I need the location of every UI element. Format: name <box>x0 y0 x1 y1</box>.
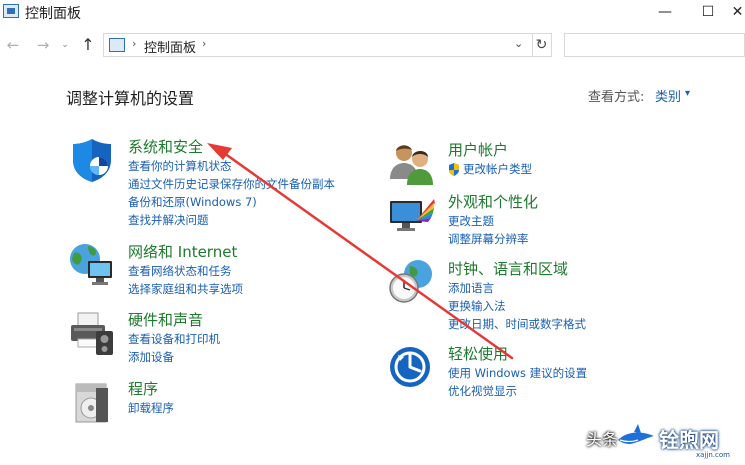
link-uninstall-program[interactable]: 卸载程序 <box>128 399 174 417</box>
forward-button[interactable]: → <box>33 35 53 55</box>
breadcrumb-control-panel[interactable]: 控制面板 <box>144 37 196 56</box>
category-title-appearance[interactable]: 外观和个性化 <box>448 191 538 212</box>
address-field[interactable]: › 控制面板 › ⌄ <box>103 33 533 57</box>
users-icon[interactable] <box>388 139 436 187</box>
category-links: 查看你的计算机状态 通过文件历史记录保存你的文件备份副本 备份和还原(Windo… <box>128 157 335 229</box>
link-backup-restore[interactable]: 备份和还原(Windows 7) <box>128 193 335 211</box>
recent-locations-button[interactable]: ⌄ <box>58 35 72 55</box>
page-title: 调整计算机的设置 <box>66 89 195 108</box>
refresh-button[interactable]: ↻ <box>532 33 552 57</box>
search-input[interactable] <box>564 33 745 57</box>
window-title: 控制面板 <box>25 6 81 22</box>
view-by-label: 查看方式: <box>588 90 645 105</box>
shield-icon[interactable] <box>68 136 116 184</box>
uac-shield-icon <box>449 162 459 176</box>
link-homegroup[interactable]: 选择家庭组和共享选项 <box>128 280 243 298</box>
category-links: 更改主题 调整屏幕分辨率 <box>448 212 529 248</box>
link-devices-printers[interactable]: 查看设备和打印机 <box>128 330 220 348</box>
category-links: 查看网络状态和任务 选择家庭组和共享选项 <box>128 262 243 298</box>
breadcrumb-separator[interactable]: › <box>202 37 206 50</box>
link-add-language[interactable]: 添加语言 <box>448 279 586 297</box>
link-file-history[interactable]: 通过文件历史记录保存你的文件备份副本 <box>128 175 335 193</box>
link-troubleshoot[interactable]: 查找并解决问题 <box>128 211 335 229</box>
category-title-ease-of-access[interactable]: 轻松使用 <box>448 343 508 364</box>
category-title-programs[interactable]: 程序 <box>128 378 158 399</box>
chevron-down-icon[interactable]: ⌄ <box>514 37 523 50</box>
category-title-hardware-sound[interactable]: 硬件和声音 <box>128 309 203 330</box>
category-title-network-internet[interactable]: 网络和 Internet <box>128 241 237 262</box>
category-links: 添加语言 更换输入法 更改日期、时间或数字格式 <box>448 279 586 333</box>
link-change-input-method[interactable]: 更换输入法 <box>448 297 586 315</box>
control-panel-icon <box>3 4 19 18</box>
programs-box-icon[interactable] <box>68 378 116 426</box>
back-button[interactable]: ← <box>3 35 23 55</box>
category-title-system-security[interactable]: 系统和安全 <box>128 136 203 157</box>
minimize-button[interactable]: — <box>645 0 685 24</box>
watermark-url: xajjn.com <box>696 451 730 459</box>
ease-of-access-icon[interactable] <box>388 343 436 391</box>
link-change-account-type[interactable]: 更改帐户类型 <box>463 160 532 178</box>
category-links: 更改帐户类型 <box>448 160 532 178</box>
close-button[interactable]: ✕ <box>730 0 745 24</box>
address-bar: ← → ⌄ ↑ › 控制面板 › ⌄ ↻ <box>0 30 745 60</box>
maximize-button[interactable]: ☐ <box>688 0 728 24</box>
link-change-theme[interactable]: 更改主题 <box>448 212 529 230</box>
link-row-change-account-type: 更改帐户类型 <box>448 160 532 178</box>
view-by-dropdown[interactable]: 类别 <box>655 86 681 105</box>
link-recommended-settings[interactable]: 使用 Windows 建议的设置 <box>448 364 587 382</box>
link-view-computer-status[interactable]: 查看你的计算机状态 <box>128 157 335 175</box>
network-globe-icon[interactable] <box>68 241 116 289</box>
link-screen-resolution[interactable]: 调整屏幕分辨率 <box>448 230 529 248</box>
control-panel-icon <box>109 38 125 52</box>
link-change-date-time-format[interactable]: 更改日期、时间或数字格式 <box>448 315 586 333</box>
watermark: 头条 铨煦网 xajjn.com <box>586 418 745 465</box>
link-optimize-visual-display[interactable]: 优化视觉显示 <box>448 382 587 400</box>
display-palette-icon[interactable] <box>388 191 436 239</box>
category-links: 卸载程序 <box>128 399 174 417</box>
category-title-clock-language[interactable]: 时钟、语言和区域 <box>448 258 568 279</box>
chevron-down-icon[interactable]: ▾ <box>685 86 690 102</box>
link-add-device[interactable]: 添加设备 <box>128 348 220 366</box>
up-button[interactable]: ↑ <box>78 35 98 55</box>
category-links: 查看设备和打印机 添加设备 <box>128 330 220 366</box>
breadcrumb-separator[interactable]: › <box>132 37 136 50</box>
category-title-user-accounts[interactable]: 用户帐户 <box>448 139 508 160</box>
title-bar: 控制面板 — ☐ ✕ <box>0 0 745 26</box>
clock-globe-icon[interactable] <box>388 258 436 306</box>
watermark-site: 铨煦网 <box>659 428 719 452</box>
shark-logo-icon <box>618 424 654 444</box>
printer-icon[interactable] <box>68 309 116 357</box>
link-network-status[interactable]: 查看网络状态和任务 <box>128 262 243 280</box>
category-links: 使用 Windows 建议的设置 优化视觉显示 <box>448 364 587 400</box>
